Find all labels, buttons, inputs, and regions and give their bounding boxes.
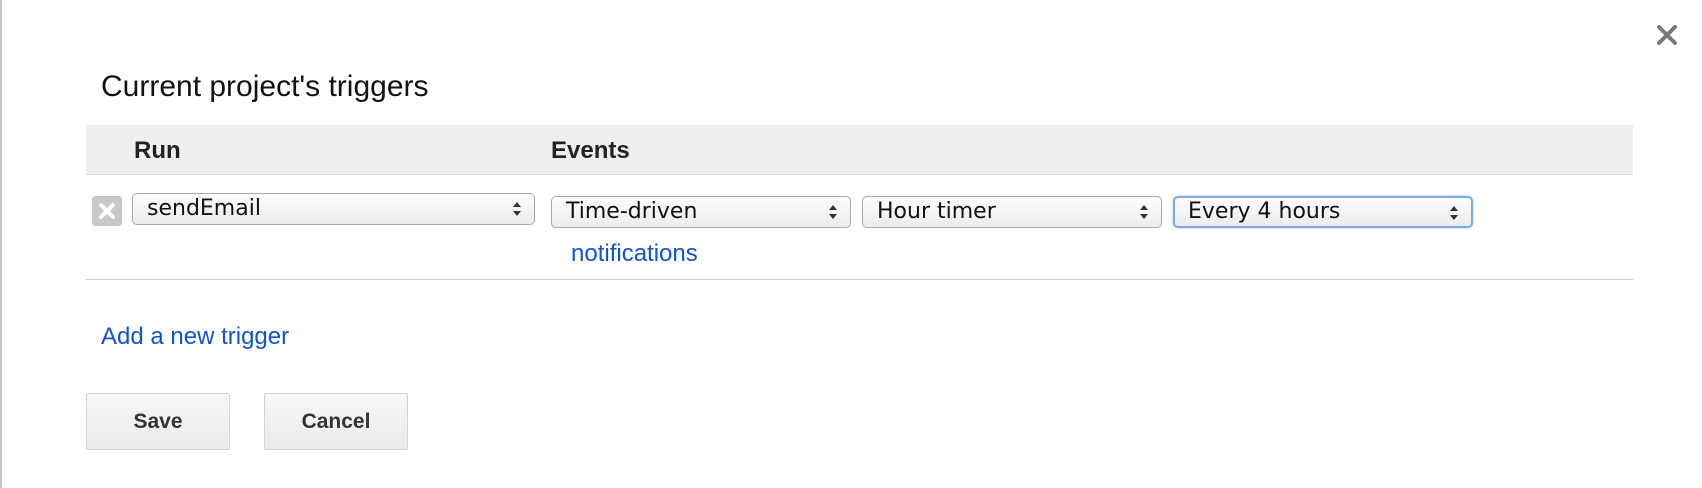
event-type-value: Hour timer [877,199,996,224]
delete-icon [99,203,115,219]
select-arrows-icon [829,205,837,219]
close-icon [1657,25,1677,45]
column-header-events: Events [551,137,630,164]
trigger-row: sendEmail Time-driven Hour timer Every 4… [86,176,1633,280]
save-button[interactable]: Save [86,393,230,450]
notifications-link[interactable]: notifications [571,240,698,268]
interval-select[interactable]: Every 4 hours [1173,196,1473,228]
add-trigger-link[interactable]: Add a new trigger [101,323,289,351]
event-source-value: Time-driven [566,199,698,224]
cancel-button[interactable]: Cancel [264,393,408,450]
run-function-value: sendEmail [147,196,261,221]
select-arrows-icon [513,202,521,216]
table-header: Run Events [86,125,1633,175]
interval-value: Every 4 hours [1188,199,1341,224]
close-button[interactable] [1652,20,1682,50]
event-type-select[interactable]: Hour timer [862,196,1162,228]
run-function-select[interactable]: sendEmail [132,193,535,225]
event-source-select[interactable]: Time-driven [551,196,851,228]
select-arrows-icon [1140,205,1148,219]
column-header-run: Run [134,137,181,164]
dialog-title: Current project's triggers [101,70,429,103]
triggers-dialog: Current project's triggers Run Events se… [0,0,1702,488]
select-arrows-icon [1450,206,1458,220]
delete-trigger-button[interactable] [92,196,122,226]
